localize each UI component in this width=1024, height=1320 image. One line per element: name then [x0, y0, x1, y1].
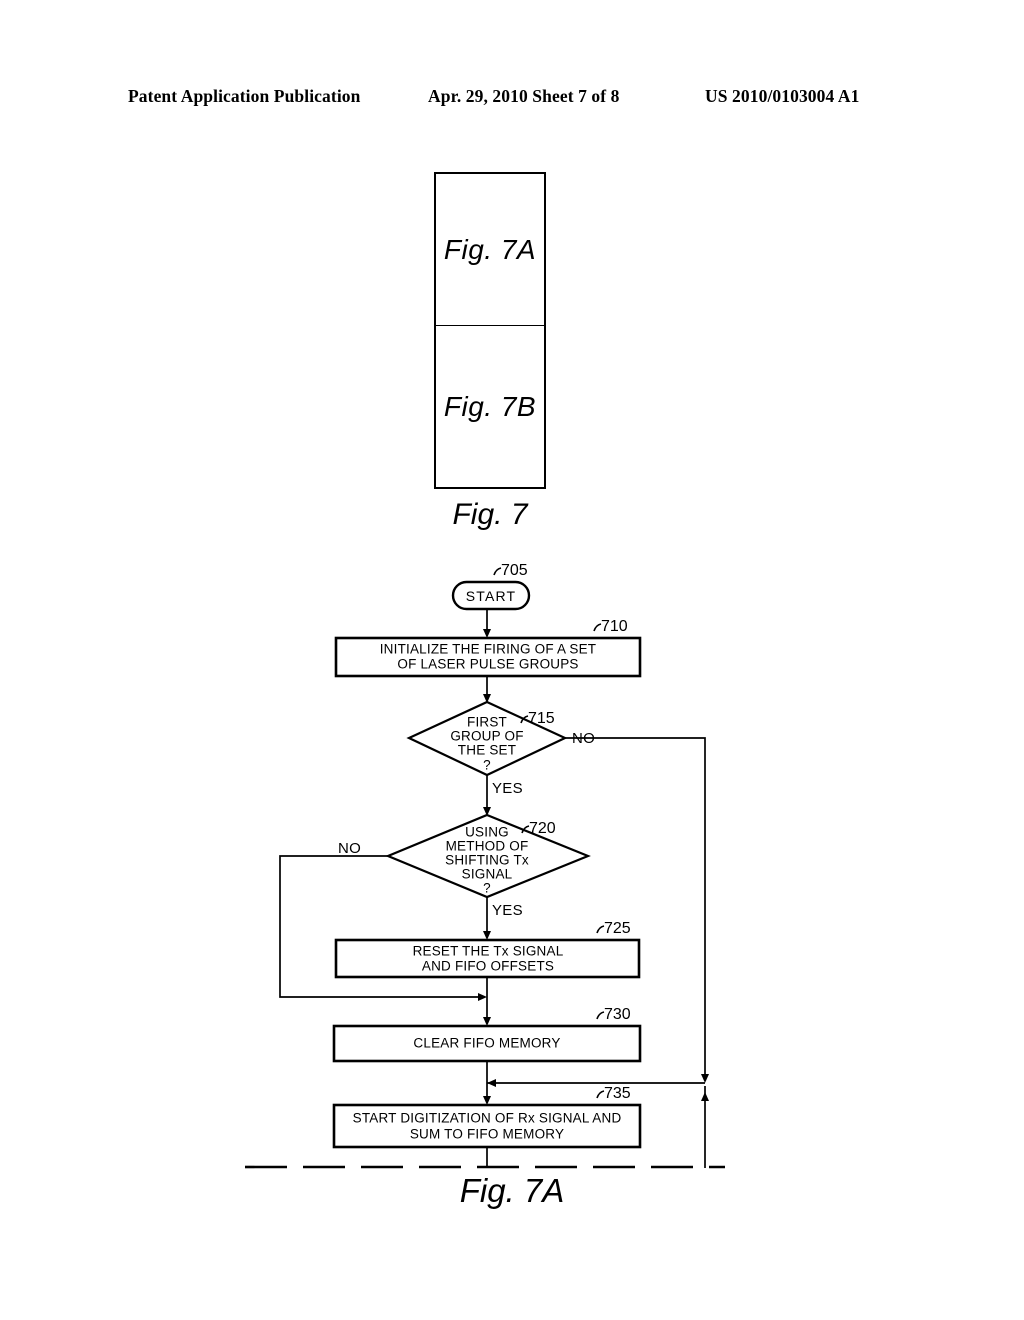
ref-number-715: 715	[528, 710, 555, 727]
ref-hook-735	[596, 1090, 605, 1099]
node-initialize-firing: INITIALIZE THE FIRING OF A SET OF LASER …	[334, 618, 642, 678]
ref-number-725: 725	[604, 920, 631, 937]
node-720-line-5: ?	[483, 881, 491, 896]
node-735-line-2: SUM TO FIFO MEMORY	[410, 1127, 564, 1142]
figure-7a-caption: Fig. 7A	[459, 1172, 565, 1209]
arrowhead-720-no-into-axis	[478, 993, 487, 1001]
ref-hook-705	[493, 567, 502, 576]
arrowhead-start-to-710	[483, 629, 491, 638]
arrowhead-730-to-735	[483, 1096, 491, 1105]
start-label: START	[466, 588, 517, 604]
ref-number-705: 705	[501, 562, 528, 579]
arrowhead-720-to-725	[483, 931, 491, 940]
branch-label-720-yes: YES	[492, 902, 523, 919]
branch-label-715-yes: YES	[492, 780, 523, 797]
node-710-line-2: OF LASER PULSE GROUPS	[397, 657, 578, 672]
node-725-line-2: AND FIFO OFFSETS	[422, 959, 554, 974]
branch-label-715-no: NO	[572, 730, 595, 747]
ref-hook-730	[596, 1011, 605, 1020]
arrowhead-725-to-730	[483, 1017, 491, 1026]
node-decision-first-group: FIRST GROUP OF THE SET ? 715 NO YES	[406, 700, 595, 797]
node-715-line-1: FIRST	[467, 715, 507, 730]
node-start: START 705	[451, 562, 531, 611]
arrowhead-rail-into-axis	[487, 1079, 496, 1087]
node-730-line-1: CLEAR FIFO MEMORY	[413, 1036, 560, 1051]
branch-label-720-no: NO	[338, 840, 361, 857]
ref-hook-725	[596, 925, 605, 934]
node-715-line-2: GROUP OF	[450, 729, 523, 744]
ref-number-710: 710	[601, 618, 628, 635]
ref-number-730: 730	[604, 1006, 631, 1023]
node-735-line-1: START DIGITIZATION OF Rx SIGNAL AND	[353, 1111, 622, 1126]
ref-hook-710	[593, 623, 602, 632]
flowchart-diagram: START 705 INITIALIZE THE FIRING OF A SET…	[245, 562, 725, 1169]
node-720-line-4: SIGNAL	[462, 867, 513, 882]
node-725-line-1: RESET THE Tx SIGNAL	[413, 944, 564, 959]
node-715-line-4: ?	[483, 758, 491, 773]
arrowhead-715-no-down	[701, 1074, 709, 1083]
arrowhead-right-rail-up	[701, 1092, 709, 1101]
node-720-line-2: METHOD OF	[446, 839, 529, 854]
node-720-line-1: USING	[465, 825, 509, 840]
ref-number-735: 735	[604, 1085, 631, 1102]
node-720-line-3: SHIFTING Tx	[445, 853, 529, 868]
node-decision-shifting-tx: USING METHOD OF SHIFTING Tx SIGNAL ? 720…	[338, 813, 591, 919]
ref-number-720: 720	[529, 820, 556, 837]
node-710-line-1: INITIALIZE THE FIRING OF A SET	[380, 642, 597, 657]
node-715-line-3: THE SET	[458, 743, 516, 758]
